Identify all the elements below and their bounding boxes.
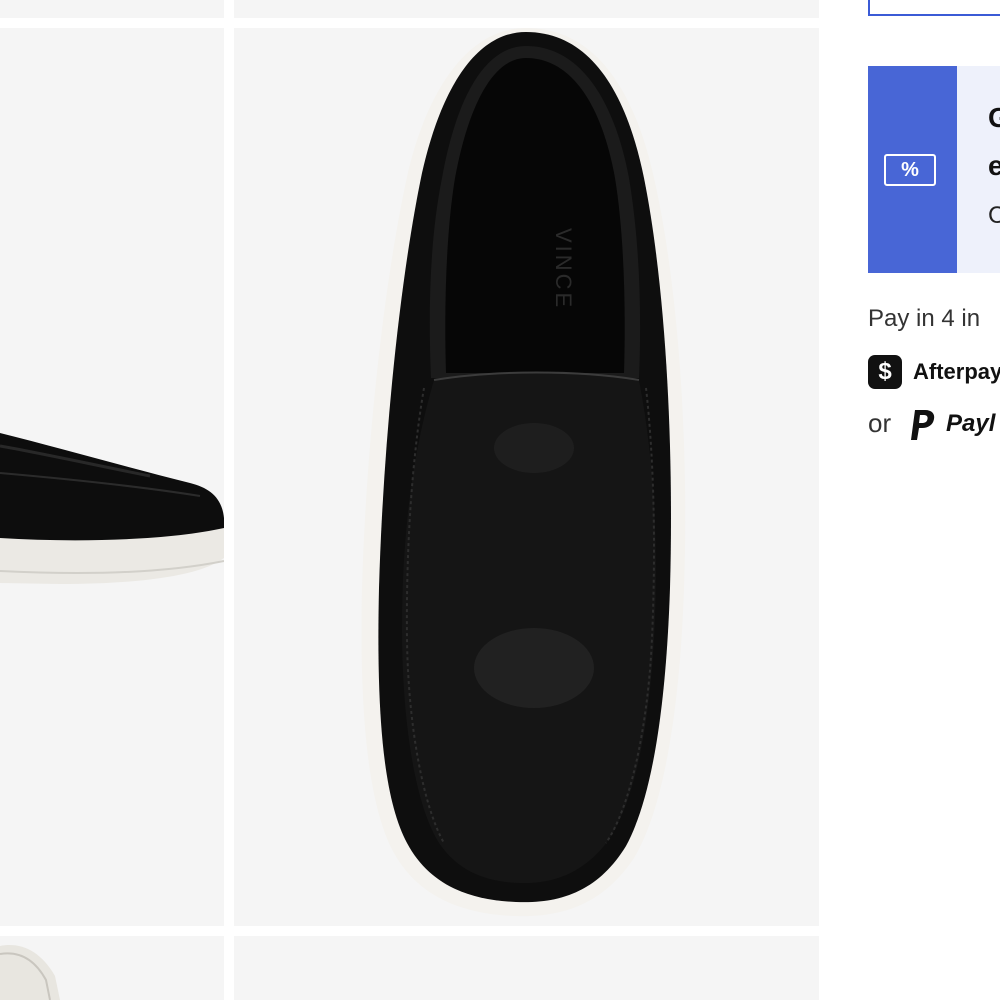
installments-text: Pay in 4 in [868,305,981,332]
promo-title-line2: e [988,150,1000,181]
afterpay-icon: $ [868,355,902,389]
gallery-thumbnail-top-left[interactable] [0,0,224,18]
promo-title-line1: G [988,102,1000,133]
or-text: or [868,408,892,438]
gallery-image-side-view[interactable] [0,28,224,926]
shoe-side-view-image [0,433,224,584]
gallery-thumbnail-bottom-right[interactable] [234,936,819,1000]
selected-size-box[interactable] [868,0,1000,16]
brand-imprint: VINCE [551,228,576,310]
discount-tag-icon: % [884,154,936,186]
gallery-image-top-view[interactable]: VINCE [234,28,819,926]
promo-subtext: C [988,202,1000,229]
gallery-thumbnail-bottom-left[interactable] [0,936,224,1000]
shoe-sole-view-image [0,945,60,1000]
gallery-thumbnail-top-right[interactable] [234,0,819,18]
promo-banner[interactable]: % G e C [868,66,1000,273]
afterpay-label: Afterpay [913,359,1000,384]
shoe-top-view-image: VINCE [361,28,686,917]
paypal-icon [911,410,935,440]
paypal-label: Payl [946,410,996,437]
